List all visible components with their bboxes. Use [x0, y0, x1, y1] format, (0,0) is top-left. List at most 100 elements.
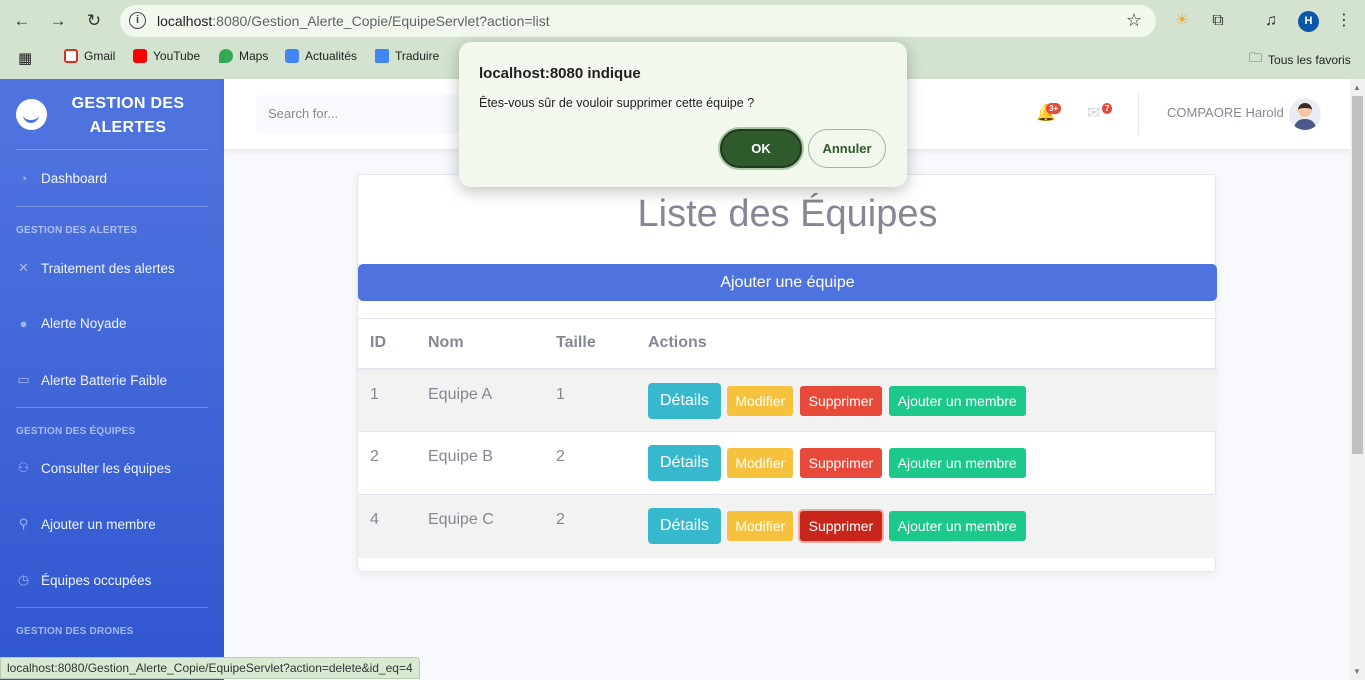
bookmark-youtube[interactable]: YouTube [133, 49, 200, 63]
users-icon: ⚇ [17, 460, 30, 475]
details-button[interactable]: Détails [648, 445, 721, 481]
column-header-id: ID [358, 318, 416, 370]
sidebar-heading: GESTION DES DRONES [16, 626, 134, 637]
sidebar-item-label: Alerte Batterie Faible [41, 372, 168, 388]
scroll-down-icon[interactable]: ▼ [1353, 667, 1361, 676]
bookmark-label: Actualités [305, 49, 358, 63]
cell-actions: Détails Modifier Supprimer Ajouter un me… [636, 368, 1217, 432]
extension-sun-icon[interactable]: ☀ [1172, 9, 1192, 33]
column-header-actions: Actions [636, 318, 1217, 370]
cell-actions: Détails Modifier Supprimer Ajouter un me… [636, 431, 1217, 495]
clock-icon: ◷ [17, 572, 30, 587]
brand-title[interactable]: GESTION DES ALERTES [60, 92, 196, 140]
supprimer-button[interactable]: Supprimer [799, 511, 883, 541]
media-control-icon[interactable]: ♫ [1260, 9, 1282, 33]
user-plus-icon: ⚲ [18, 516, 29, 531]
search-input[interactable]: Search for... [256, 95, 476, 133]
cell-nom: Equipe C [416, 494, 544, 558]
confirm-dialog: localhost:8080 indique Êtes-vous sûr de … [459, 42, 907, 187]
bookmark-maps[interactable]: Maps [219, 49, 268, 63]
details-button[interactable]: Détails [648, 508, 721, 544]
ajouter-membre-button[interactable]: Ajouter un membre [888, 448, 1026, 478]
url-text[interactable]: localhost:8080/Gestion_Alerte_Copie/Equi… [157, 13, 550, 29]
ajouter-membre-button[interactable]: Ajouter un membre [888, 385, 1026, 416]
apps-grid-icon[interactable]: ▦ [18, 49, 32, 67]
scroll-thumb[interactable] [1352, 96, 1363, 454]
supprimer-button[interactable]: Supprimer [799, 385, 883, 416]
bookmark-actualites[interactable]: Actualités [285, 49, 357, 63]
sidebar-divider [16, 206, 208, 207]
maps-icon [219, 49, 233, 63]
messages-badge: 7 [1102, 103, 1113, 114]
bookmark-label: Traduire [395, 49, 440, 63]
status-bar-url: localhost:8080/Gestion_Alerte_Copie/Equi… [0, 657, 420, 679]
modifier-button[interactable]: Modifier [727, 511, 794, 541]
add-team-button[interactable]: Ajouter une équipe [358, 264, 1217, 301]
supprimer-button[interactable]: Supprimer [799, 448, 883, 478]
all-bookmarks-label: Tous les favoris [1268, 53, 1351, 67]
dialog-title: localhost:8080 indique [479, 65, 641, 82]
teams-table: ID Nom Taille Actions 1 Equipe A 1 Détai… [358, 318, 1217, 558]
sidebar: GESTION DES ALERTES ◔ Dashboard GESTION D… [0, 79, 224, 680]
profile-avatar[interactable]: H [1298, 11, 1319, 32]
sidebar-divider [16, 607, 208, 608]
user-name[interactable]: COMPAORE Harold [1167, 105, 1284, 120]
envelope-icon[interactable]: ✉ [1087, 103, 1100, 123]
sidebar-item-label: Dashboard [41, 171, 108, 186]
modifier-button[interactable]: Modifier [727, 448, 794, 478]
reload-icon[interactable]: ↻ [82, 9, 106, 33]
cancel-button[interactable]: Annuler [808, 129, 886, 168]
page-title: Liste des Équipes [637, 193, 938, 235]
bookmark-star-icon[interactable]: ☆ [1126, 10, 1142, 31]
bell-slash-icon: ✕ [18, 260, 29, 275]
folder-icon: 🗀 [1249, 50, 1263, 65]
url-path: :8080/Gestion_Alerte_Copie/EquipeServlet… [212, 13, 550, 29]
cell-taille: 2 [544, 494, 636, 558]
column-header-taille: Taille [544, 318, 636, 370]
url-host: localhost [157, 13, 213, 29]
ok-button[interactable]: OK [720, 129, 802, 168]
sidebar-item-label: Consulter les équipes [41, 460, 171, 476]
sidebar-item-ajouter-membre[interactable]: ⚲ Ajouter un membre [16, 516, 156, 532]
sidebar-item-equipes-occupees[interactable]: ◷ Équipes occupées [16, 572, 152, 588]
sidebar-item-alerte-noyade[interactable]: ● Alerte Noyade [16, 316, 127, 331]
cell-actions: Détails Modifier Supprimer Ajouter un me… [636, 494, 1217, 558]
teams-card: Liste des Équipes Ajouter une équipe ID … [357, 174, 1217, 572]
site-info-icon[interactable]: i [129, 12, 146, 29]
sidebar-heading: GESTION DES ÉQUIPES [16, 426, 136, 437]
forward-icon[interactable]: → [46, 9, 70, 33]
bookmark-traduire[interactable]: Traduire [375, 49, 439, 63]
cell-id: 2 [358, 431, 416, 495]
bookmark-gmail[interactable]: Gmail [64, 49, 115, 63]
sidebar-item-label: Alerte Noyade [41, 316, 127, 331]
cell-id: 4 [358, 494, 416, 558]
page-scrollbar[interactable]: ▲ ▼ [1350, 79, 1365, 680]
sidebar-item-consulter-equipes[interactable]: ⚇ Consulter les équipes [16, 460, 171, 476]
sidebar-item-label: Traitement des alertes [41, 260, 175, 276]
all-bookmarks-folder[interactable]: 🗀 Tous les favoris [1249, 49, 1351, 71]
sidebar-item-alerte-batterie[interactable]: ▭ Alerte Batterie Faible [16, 372, 167, 388]
table-row: 4 Equipe C 2 Détails Modifier Supprimer … [358, 494, 1217, 558]
ajouter-membre-button[interactable]: Ajouter un membre [888, 511, 1026, 541]
modifier-button[interactable]: Modifier [727, 385, 794, 416]
dialog-message: Êtes-vous sûr de vouloir supprimer cette… [479, 96, 755, 110]
menu-kebab-icon[interactable]: ⋮ [1334, 9, 1354, 33]
brand-smile-icon[interactable] [16, 99, 47, 130]
alerts-badge: 3+ [1046, 103, 1062, 114]
table-row: 1 Equipe A 1 Détails Modifier Supprimer … [358, 368, 1217, 432]
bookmark-label: YouTube [153, 49, 201, 63]
sidebar-item-traitement-alertes[interactable]: ✕ Traitement des alertes [16, 260, 175, 276]
scroll-up-icon[interactable]: ▲ [1353, 83, 1361, 92]
extensions-puzzle-icon[interactable]: ⧉ [1206, 9, 1230, 33]
user-avatar[interactable] [1289, 98, 1321, 130]
bookmark-label: Gmail [84, 49, 116, 63]
water-drop-icon: ● [19, 316, 28, 331]
tachometer-icon: ◔ [19, 171, 28, 186]
column-header-nom: Nom [416, 318, 544, 370]
address-bar[interactable]: i localhost:8080/Gestion_Alerte_Copie/Eq… [120, 5, 1156, 37]
sidebar-divider [16, 149, 208, 150]
sidebar-item-dashboard[interactable]: ◔ Dashboard [16, 171, 107, 186]
back-icon[interactable]: ← [10, 9, 34, 33]
details-button[interactable]: Détails [648, 382, 721, 419]
sidebar-item-label: Ajouter un membre [41, 516, 156, 532]
